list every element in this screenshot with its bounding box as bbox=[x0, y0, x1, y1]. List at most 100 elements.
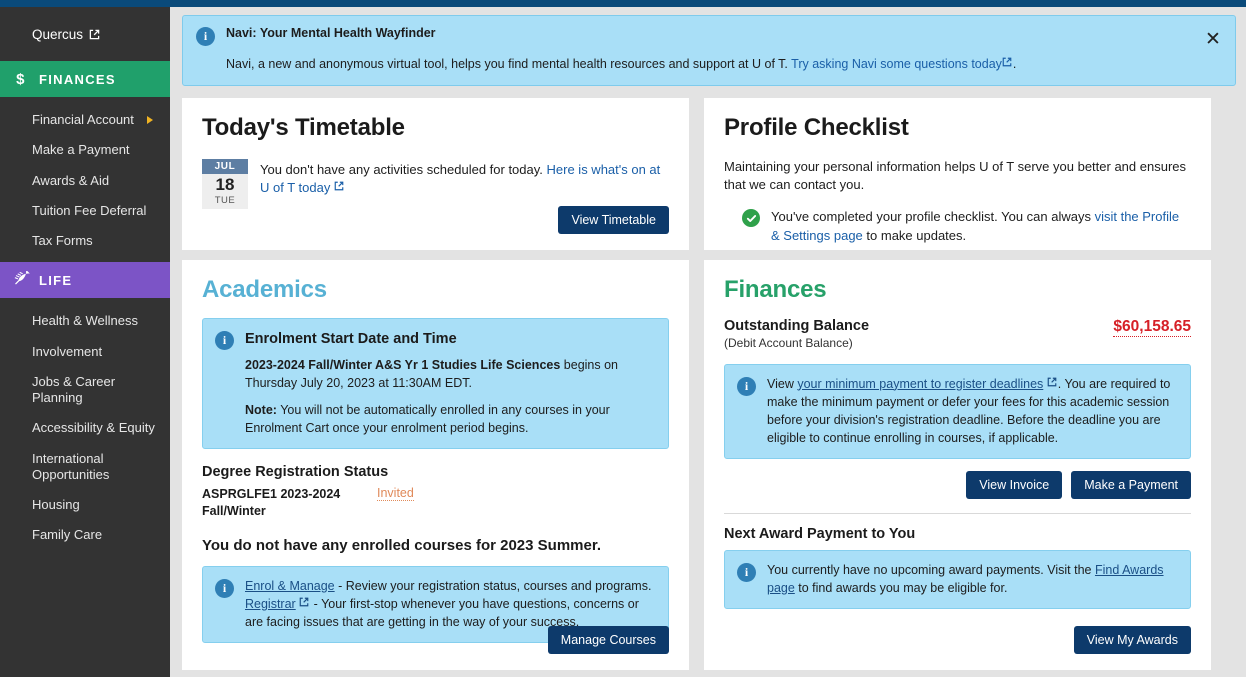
timetable-message-text: You don't have any activities scheduled … bbox=[260, 161, 547, 177]
sidebar-item-involvement[interactable]: Involvement bbox=[0, 337, 170, 367]
no-enrolled-courses-message: You do not have any enrolled courses for… bbox=[202, 536, 602, 554]
leaf-icon bbox=[12, 269, 30, 289]
profile-status-text: You've completed your profile checklist.… bbox=[771, 208, 1191, 246]
enrol-manage-link[interactable]: Enrol & Manage bbox=[245, 579, 335, 593]
external-link-icon bbox=[1047, 377, 1058, 388]
sidebar-item-tuition-fee-deferral[interactable]: Tuition Fee Deferral bbox=[0, 196, 170, 226]
sidebar-section-label-finances: FINANCES bbox=[39, 71, 116, 87]
enrolment-note-label: Note: bbox=[245, 402, 277, 417]
finances-divider bbox=[724, 513, 1191, 514]
external-link-icon bbox=[1002, 57, 1013, 68]
card-academics: Academics i Enrolment Start Date and Tim… bbox=[182, 259, 689, 670]
minimum-payment-infobox: i View your minimum payment to register … bbox=[724, 363, 1191, 459]
registrar-link[interactable]: Registrar bbox=[245, 597, 296, 611]
top-accent-bar bbox=[0, 0, 1246, 7]
navi-banner-link[interactable]: Try asking Navi some questions today bbox=[791, 57, 1002, 71]
degree-registration-row: ASPRGLFE1 2023-2024 Fall/Winter Invited bbox=[202, 486, 669, 520]
date-badge: JUL 18 TUE bbox=[202, 158, 248, 209]
academics-actions: Manage Courses bbox=[547, 625, 669, 654]
timetable-actions: View Timetable bbox=[558, 205, 669, 234]
card-title-academics: Academics bbox=[202, 275, 327, 303]
sidebar-top: Quercus bbox=[0, 7, 170, 61]
outstanding-balance-labels: Outstanding Balance (Debit Account Balan… bbox=[724, 318, 869, 350]
sidebar-item-international-opportunities[interactable]: International Opportunities bbox=[0, 444, 170, 491]
enrolment-line: 2023-2024 Fall/Winter A&S Yr 1 Studies L… bbox=[245, 356, 656, 392]
enrolment-infobox: i Enrolment Start Date and Time 2023-202… bbox=[202, 317, 669, 450]
sidebar-link-quercus[interactable]: Quercus bbox=[32, 27, 100, 42]
enrolment-note-text: You will not be automatically enrolled i… bbox=[245, 402, 610, 435]
profile-status-after: to make updates. bbox=[862, 228, 967, 244]
next-award-payment-heading: Next Award Payment to You bbox=[724, 526, 916, 542]
sidebar-item-label: Health & Wellness bbox=[32, 313, 138, 329]
sidebar-item-housing[interactable]: Housing bbox=[0, 490, 170, 520]
info-icon: i bbox=[215, 578, 234, 598]
sidebar-item-label: Accessibility & Equity bbox=[32, 420, 155, 436]
navi-banner: i Navi: Your Mental Health Wayfinder Nav… bbox=[182, 15, 1236, 86]
sidebar-item-family-care[interactable]: Family Care bbox=[0, 520, 170, 550]
enrolment-title: Enrolment Start Date and Time bbox=[245, 330, 457, 347]
degree-program: ASPRGLFE1 2023-2024 Fall/Winter bbox=[202, 486, 377, 520]
sidebar-item-label: Involvement bbox=[32, 343, 103, 359]
sidebar-list-life: Health & Wellness Involvement Jobs & Car… bbox=[0, 298, 170, 556]
status-badge: Invited bbox=[377, 486, 414, 502]
sidebar-item-label: Housing bbox=[32, 497, 80, 512]
info-icon: i bbox=[737, 376, 756, 396]
profile-intro: Maintaining your personal information he… bbox=[724, 158, 1187, 193]
profile-status-before: You've completed your profile checklist.… bbox=[771, 209, 1095, 225]
date-day: 18 bbox=[215, 174, 235, 194]
degree-registration-heading: Degree Registration Status bbox=[202, 464, 389, 481]
sidebar-item-label: Tuition Fee Deferral bbox=[32, 202, 147, 218]
awards-infobox: i You currently have no upcoming award p… bbox=[724, 550, 1191, 610]
sidebar: Quercus $ FINANCES Financial Account Mak… bbox=[0, 7, 170, 677]
sidebar-section-header-finances: $ FINANCES bbox=[0, 61, 170, 97]
enrol-manage-desc: - Review your registration status, cours… bbox=[334, 578, 652, 593]
make-a-payment-button[interactable]: Make a Payment bbox=[1071, 471, 1191, 499]
outstanding-balance-sublabel: (Debit Account Balance) bbox=[724, 335, 853, 350]
enrolment-program: 2023-2024 Fall/Winter A&S Yr 1 Studies L… bbox=[245, 357, 561, 372]
academics-help-content: Enrol & Manage - Review your registratio… bbox=[245, 577, 656, 631]
minimum-payment-link[interactable]: your minimum payment to register deadlin… bbox=[797, 377, 1043, 391]
enrolment-note: Note: You will not be automatically enro… bbox=[245, 401, 656, 437]
minimum-payment-before: View bbox=[767, 376, 798, 391]
close-icon[interactable]: ✕ bbox=[1201, 27, 1225, 51]
chevron-right-icon bbox=[147, 116, 153, 125]
main-content: i Navi: Your Mental Health Wayfinder Nav… bbox=[170, 7, 1246, 677]
dollar-icon: $ bbox=[16, 70, 26, 88]
card-todays-timetable: Today's Timetable JUL 18 TUE You don't h… bbox=[182, 97, 689, 250]
degree-program-term: Fall/Winter bbox=[202, 503, 266, 518]
outstanding-balance-amount: $60,158.65 bbox=[1113, 317, 1191, 337]
sidebar-item-accessibility-equity[interactable]: Accessibility & Equity bbox=[0, 413, 170, 443]
external-link-icon bbox=[89, 29, 100, 40]
awards-info-after: to find awards you may be eligible for. bbox=[794, 581, 1008, 596]
sidebar-section-label-life: LIFE bbox=[39, 272, 73, 288]
profile-status-row: You've completed your profile checklist.… bbox=[724, 208, 1191, 246]
minimum-payment-content: View your minimum payment to register de… bbox=[767, 375, 1178, 448]
info-icon: i bbox=[196, 27, 215, 46]
date-month: JUL bbox=[202, 158, 248, 174]
sidebar-item-health-wellness[interactable]: Health & Wellness bbox=[0, 306, 170, 336]
degree-program-code: ASPRGLFE1 2023-2024 bbox=[202, 487, 341, 502]
page-root: Quercus $ FINANCES Financial Account Mak… bbox=[0, 0, 1246, 677]
check-circle-icon bbox=[742, 209, 760, 228]
sidebar-item-label: Financial Account bbox=[32, 112, 134, 127]
card-title-timetable: Today's Timetable bbox=[202, 113, 405, 141]
sidebar-item-tax-forms[interactable]: Tax Forms bbox=[0, 226, 170, 256]
enrolment-infobox-content: Enrolment Start Date and Time 2023-2024 … bbox=[245, 329, 656, 438]
sidebar-item-financial-account[interactable]: Financial Account bbox=[0, 105, 170, 135]
info-icon: i bbox=[215, 330, 234, 350]
sidebar-item-jobs-career-planning[interactable]: Jobs & Career Planning bbox=[0, 367, 170, 414]
sidebar-section-header-life: LIFE bbox=[0, 262, 170, 299]
awards-info-before: You currently have no upcoming award pay… bbox=[767, 563, 1095, 577]
sidebar-item-label: Jobs & Career Planning bbox=[32, 373, 116, 405]
sidebar-item-awards-aid[interactable]: Awards & Aid bbox=[0, 166, 170, 196]
view-my-awards-button[interactable]: View My Awards bbox=[1073, 625, 1191, 654]
view-invoice-button[interactable]: View Invoice bbox=[966, 471, 1063, 499]
dashboard-grid: Today's Timetable JUL 18 TUE You don't h… bbox=[182, 97, 1236, 670]
awards-info-content: You currently have no upcoming award pay… bbox=[767, 561, 1178, 597]
view-timetable-button[interactable]: View Timetable bbox=[558, 205, 669, 234]
sidebar-item-make-a-payment[interactable]: Make a Payment bbox=[0, 135, 170, 165]
navi-banner-text: Navi, a new and anonymous virtual tool, … bbox=[226, 57, 792, 71]
card-profile-checklist: Profile Checklist Maintaining your perso… bbox=[704, 97, 1211, 250]
sidebar-item-label: Family Care bbox=[32, 527, 103, 543]
manage-courses-button[interactable]: Manage Courses bbox=[547, 625, 669, 654]
